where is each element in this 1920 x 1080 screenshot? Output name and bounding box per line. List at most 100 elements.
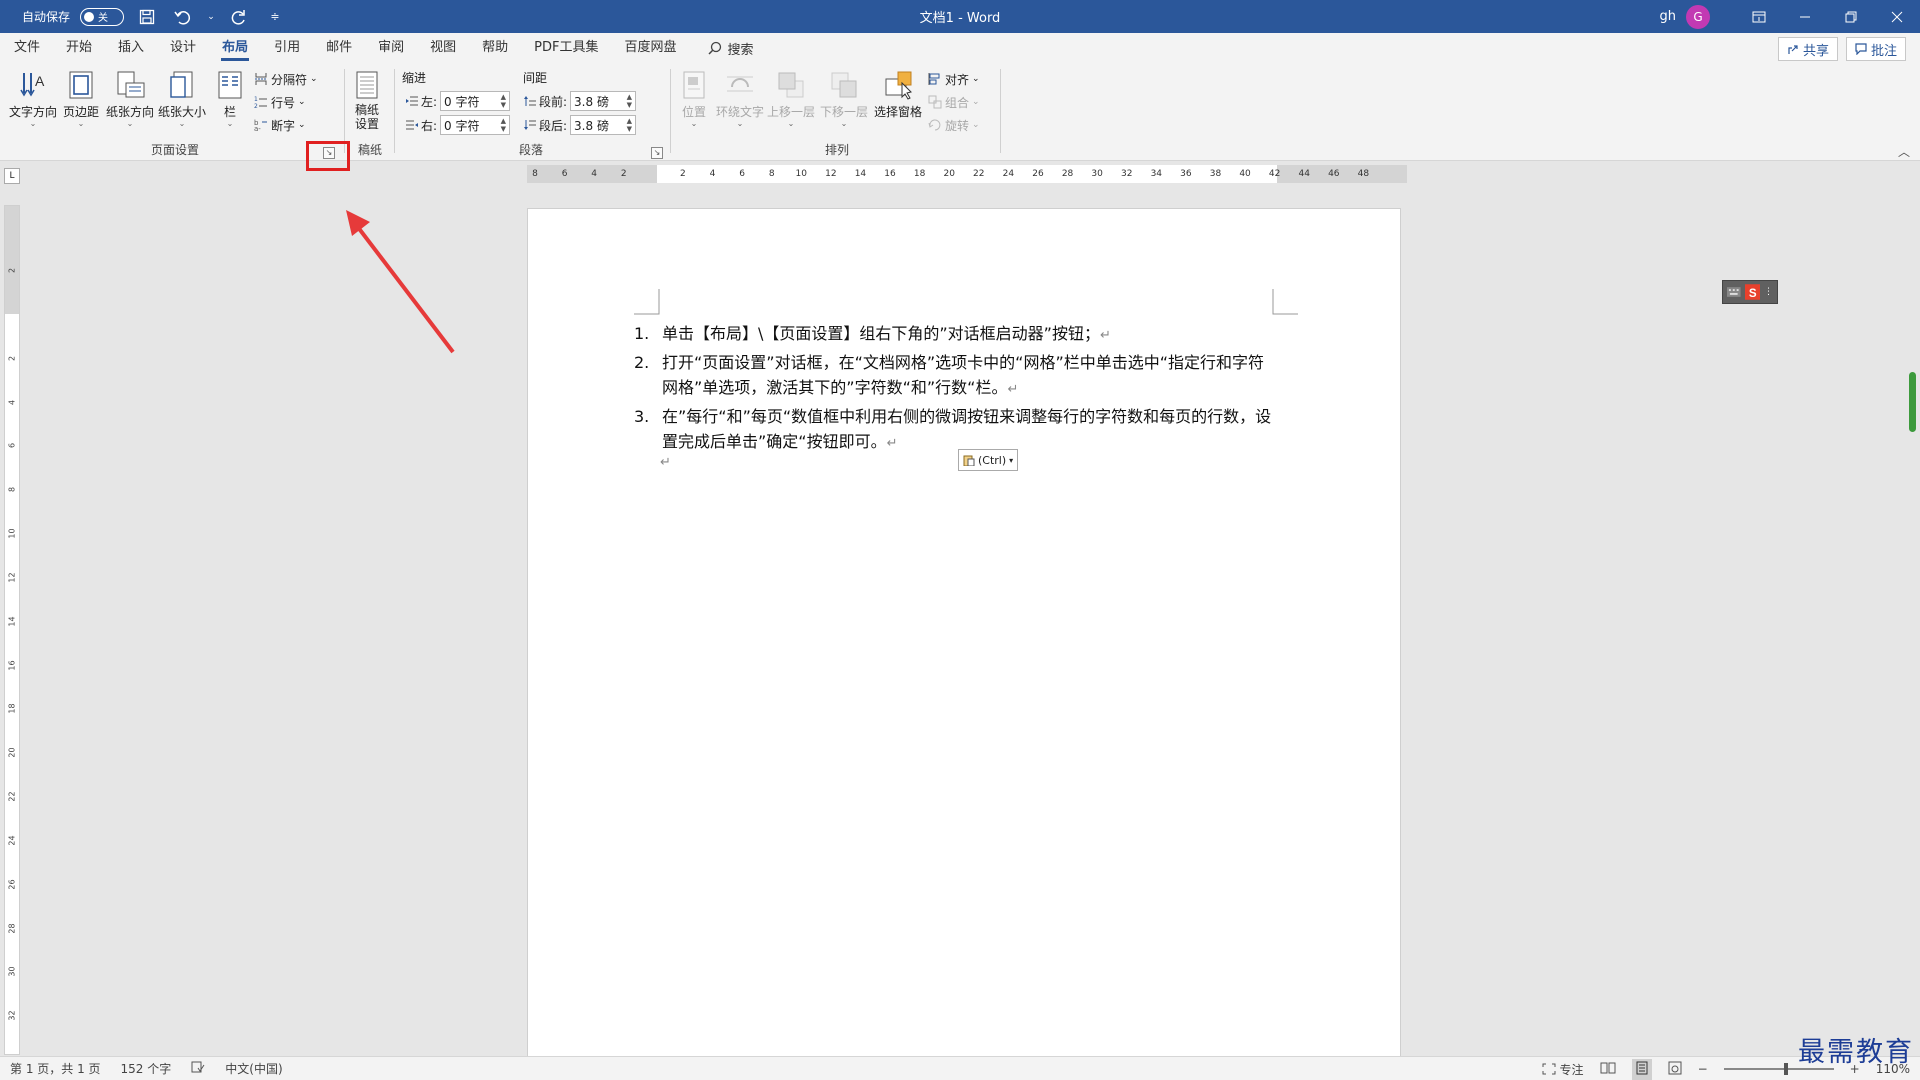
- search-box[interactable]: 搜索: [707, 39, 754, 58]
- position-button[interactable]: 位置 ⌄: [680, 69, 708, 128]
- autosave-toggle[interactable]: 关: [80, 7, 125, 26]
- text-direction-button[interactable]: A 文字方向 ⌄: [9, 69, 57, 128]
- tab-help[interactable]: 帮助: [469, 33, 521, 63]
- save-icon[interactable]: [134, 4, 160, 30]
- ruler-tick: 26: [7, 879, 17, 890]
- avatar[interactable]: G: [1686, 4, 1710, 29]
- spacing-before-input[interactable]: 3.8 磅 ▲ ▼: [570, 91, 637, 111]
- breaks-button[interactable]: 分隔符 ⌄: [254, 69, 318, 89]
- language[interactable]: 中文(中国): [215, 1060, 292, 1077]
- hyphenation-button[interactable]: b a- 断字 ⌄: [254, 115, 306, 135]
- read-mode-icon[interactable]: [1600, 1062, 1616, 1077]
- ruler-tick: 26: [1032, 169, 1044, 179]
- tab-layout[interactable]: 布局: [209, 33, 261, 63]
- spacing-after-label: 段后:: [539, 118, 568, 133]
- svg-text:a-: a-: [254, 125, 261, 132]
- align-button[interactable]: 对齐 ⌄: [928, 69, 980, 89]
- minimize-icon[interactable]: [1782, 0, 1828, 33]
- group-button[interactable]: 组合 ⌄: [928, 92, 980, 112]
- tab-view[interactable]: 视图: [417, 33, 469, 63]
- ruler-tick: 14: [854, 169, 867, 179]
- undo-icon[interactable]: [170, 4, 196, 30]
- paragraph-dialog-launcher[interactable]: ↘: [651, 147, 663, 159]
- tab-design[interactable]: 设计: [157, 33, 209, 63]
- indent-left-input[interactable]: 0 字符 ▲ ▼: [440, 91, 511, 111]
- tab-mailings[interactable]: 邮件: [313, 33, 365, 63]
- watermark-logo: 最需教育: [1798, 1037, 1914, 1068]
- bring-forward-button[interactable]: 上移一层 ⌄: [767, 69, 815, 128]
- comments-button[interactable]: 批注: [1845, 37, 1906, 61]
- collapse-ribbon-icon[interactable]: ︿: [1898, 143, 1910, 160]
- vertical-ruler[interactable]: 2 2 4 6 8 10 12 14 16 18 20 22 24 26 28 30 32: [4, 205, 20, 1055]
- selection-pane-icon: [885, 71, 912, 100]
- share-button[interactable]: 共享: [1777, 37, 1838, 61]
- customize-qat-icon[interactable]: ≑: [262, 4, 288, 30]
- wrap-text-button[interactable]: 环绕文字 ⌄: [716, 69, 764, 128]
- proofing-icon[interactable]: [181, 1061, 215, 1076]
- tab-pdf-tools[interactable]: PDF工具集: [521, 33, 611, 63]
- tab-references[interactable]: 引用: [261, 33, 313, 63]
- indent-right-input[interactable]: 0 字符 ▲ ▼: [440, 115, 511, 135]
- spacing-before-icon: [524, 96, 536, 106]
- margins-button[interactable]: 页边距 ⌄: [63, 69, 99, 128]
- zoom-out-button[interactable]: −: [1698, 1062, 1708, 1076]
- close-icon[interactable]: [1874, 0, 1920, 33]
- line-numbers-button[interactable]: 12 行号 ⌄: [254, 92, 306, 112]
- rotate-button[interactable]: 旋转 ⌄: [928, 115, 980, 135]
- text-direction-label: 文字方向: [9, 105, 58, 119]
- spacing-before-label: 段前:: [539, 94, 568, 109]
- list-item[interactable]: 1. 单击【布局】\【页面设置】组右下角的”对话框启动器”按钮；↵: [634, 321, 1274, 348]
- web-layout-icon[interactable]: [1668, 1061, 1682, 1078]
- paste-options-button[interactable]: (Ctrl) ▾: [958, 449, 1019, 471]
- orientation-label: 纸张方向: [106, 105, 155, 119]
- list-item[interactable]: 2. 打开“页面设置”对话框，在“文档网格”选项卡中的“网格”栏中单击选中“指定…: [634, 350, 1274, 402]
- tab-file[interactable]: 文件: [1, 33, 53, 63]
- toggle-knob: [84, 11, 95, 22]
- ime-menu-icon[interactable]: ⋮: [1764, 287, 1773, 297]
- wrap-text-label: 环绕文字: [716, 105, 765, 119]
- manuscript-setup-button[interactable]: 稿纸 设置: [352, 69, 382, 131]
- document-page[interactable]: 1. 单击【布局】\【页面设置】组右下角的”对话框启动器”按钮；↵ 2. 打开“…: [527, 208, 1401, 1058]
- horizontal-ruler[interactable]: 8 6 4 2 2 4 6 8 10 12 14 16 18 20 22 24 26 28 30 32 34 36 38 40…: [527, 165, 1407, 183]
- scrollbar-thumb[interactable]: [1909, 372, 1916, 432]
- spacing-after-input[interactable]: 3.8 磅 ▲ ▼: [570, 115, 637, 135]
- undo-dropdown-icon[interactable]: ⌄: [206, 4, 216, 30]
- breaks-icon: [255, 73, 267, 85]
- tab-review[interactable]: 审阅: [365, 33, 417, 63]
- user-name[interactable]: gh: [1660, 9, 1677, 24]
- numbered-list[interactable]: 1. 单击【布局】\【页面设置】组右下角的”对话框启动器”按钮；↵ 2. 打开“…: [634, 321, 1274, 458]
- list-item[interactable]: 3. 在”每行“和”每页“数值框中利用右侧的微调按钮来调整每行的字符数和每页的行…: [634, 404, 1274, 456]
- svg-text:S: S: [1748, 287, 1756, 300]
- size-button[interactable]: 纸张大小 ⌄: [158, 69, 206, 128]
- bring-forward-label: 上移一层: [767, 105, 816, 119]
- tab-baidu-netdisk[interactable]: 百度网盘: [611, 33, 689, 63]
- orientation-button[interactable]: 纸张方向 ⌄: [106, 69, 154, 128]
- manuscript-icon: [356, 71, 378, 99]
- redo-icon[interactable]: [226, 4, 252, 30]
- send-backward-button[interactable]: 下移一层 ⌄: [820, 69, 868, 128]
- print-layout-icon[interactable]: [1631, 1058, 1652, 1080]
- hyphenation-icon: ba-: [254, 119, 267, 132]
- page-count[interactable]: 第 1 页，共 1 页: [0, 1060, 111, 1077]
- focus-button[interactable]: 专注: [1542, 1061, 1584, 1078]
- ribbon-display-icon[interactable]: [1736, 0, 1782, 33]
- svg-text:A: A: [35, 73, 45, 89]
- tab-home[interactable]: 开始: [53, 33, 105, 63]
- selection-pane-button[interactable]: 选择窗格: [874, 69, 922, 120]
- ruler-tick: 18: [7, 703, 17, 714]
- restore-icon[interactable]: [1828, 0, 1874, 33]
- comments-label: 批注: [1870, 43, 1897, 59]
- word-count[interactable]: 152 个字: [111, 1060, 182, 1077]
- columns-button[interactable]: 栏 ⌄: [216, 69, 244, 128]
- tab-insert[interactable]: 插入: [105, 33, 157, 63]
- ime-toolbar[interactable]: S ⋮: [1722, 280, 1778, 304]
- margins-label: 页边距: [63, 105, 100, 119]
- autosave-label: 自动保存: [22, 10, 71, 24]
- manuscript-group-label: 稿纸: [357, 143, 382, 157]
- ruler-tick: 32: [7, 1010, 17, 1021]
- indent-left-icon: [406, 96, 418, 106]
- zoom-slider-knob[interactable]: [1783, 1063, 1788, 1075]
- tab-selector[interactable]: L: [4, 168, 20, 184]
- ruler-tick: 16: [884, 169, 896, 179]
- ruler-tick: 12: [825, 169, 837, 179]
